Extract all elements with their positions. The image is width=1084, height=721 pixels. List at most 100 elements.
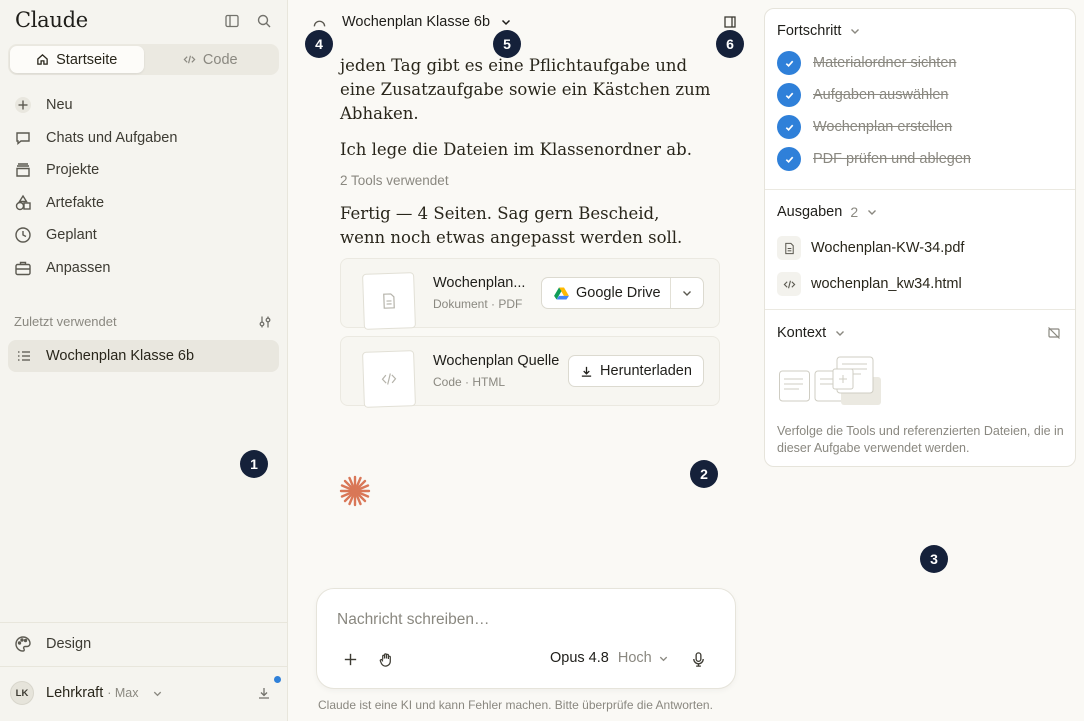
- artifact-card-pdf[interactable]: Wochenplan... Dokument · PDF Google Driv…: [340, 258, 720, 330]
- tab-startseite-label: Startseite: [56, 51, 118, 68]
- notification-dot: [274, 676, 281, 683]
- user-menu[interactable]: LK Lehrkraft · Max: [10, 680, 278, 706]
- avatar: LK: [10, 681, 34, 705]
- sidebar-item-anpassen[interactable]: Anpassen: [8, 252, 279, 285]
- shapes-icon: [15, 194, 31, 210]
- progress-header[interactable]: Fortschritt: [777, 23, 861, 39]
- code-icon: [381, 373, 397, 385]
- briefcase-icon: [15, 261, 31, 275]
- code-icon: [183, 55, 196, 64]
- sidebar-item-artefakte[interactable]: Artefakte: [8, 187, 279, 220]
- download-button[interactable]: Herunterladen: [568, 355, 704, 387]
- chevron-down-icon: [868, 210, 877, 215]
- sidebar-item-label: Projekte: [46, 162, 100, 179]
- outputs-header[interactable]: Ausgaben 2: [777, 204, 878, 220]
- assistant-message-text: Ich lege die Dateien im Klassenordner ab…: [340, 140, 692, 159]
- file-name: Wochenplan-KW-34.pdf: [811, 240, 965, 256]
- hide-context-icon[interactable]: [1047, 326, 1061, 340]
- sidebar-item-neu[interactable]: Neu: [8, 89, 279, 122]
- code-icon: [777, 272, 801, 296]
- tools-button[interactable]: [374, 647, 398, 671]
- output-file-html[interactable]: wochenplan_kw34.html: [777, 272, 962, 296]
- sidebar-item-label: Artefakte: [46, 194, 105, 211]
- check-icon: [777, 83, 801, 107]
- task-label: Materialordner sichten: [813, 55, 957, 71]
- sidebar-divider: [0, 622, 288, 623]
- add-attachment-button[interactable]: [338, 647, 362, 671]
- tools-used-toggle[interactable]: 2 Tools verwendet: [340, 173, 449, 188]
- sidebar-item-design[interactable]: Design: [8, 628, 279, 661]
- sidebar-item-label: Anpassen: [46, 259, 111, 276]
- outputs-title: Ausgaben: [777, 204, 843, 220]
- sidebar-nav: Neu Chats und Aufgaben Projekte Artefakt…: [8, 89, 279, 284]
- chat-icon: [16, 132, 30, 145]
- panel-divider: [765, 309, 1075, 310]
- output-file-pdf[interactable]: Wochenplan-KW-34.pdf: [777, 236, 964, 260]
- sidebar-toggle-icon[interactable]: [224, 13, 240, 29]
- sidebar-item-chats[interactable]: Chats und Aufgaben: [8, 122, 279, 155]
- filter-icon[interactable]: [258, 315, 272, 329]
- tab-startseite[interactable]: Startseite: [10, 46, 144, 73]
- context-title: Kontext: [777, 325, 827, 341]
- task-label: Wochenplan erstellen: [813, 119, 953, 135]
- chevron-down-icon: [659, 656, 667, 661]
- chevron-down-icon: [154, 691, 162, 696]
- tab-code[interactable]: Code: [144, 46, 278, 73]
- chat-title-menu[interactable]: Wochenplan Klasse 6b: [342, 14, 512, 30]
- folder-icon: [16, 163, 30, 177]
- progress-task: Wochenplan erstellen: [777, 115, 952, 139]
- download-app-icon[interactable]: [257, 686, 271, 700]
- download-label: Herunterladen: [600, 363, 692, 379]
- outputs-count: 2: [850, 204, 859, 220]
- google-drive-icon: [554, 286, 569, 300]
- assistant-message-text: Fertig — 4 Seiten. Sag gern Bescheid, we…: [340, 204, 683, 247]
- check-icon: [777, 51, 801, 75]
- model-name: Opus 4.8: [550, 650, 609, 666]
- user-plan: · Max: [107, 686, 139, 700]
- composer: Opus 4.8 Hoch: [316, 588, 736, 689]
- sidebar-item-label: Neu: [46, 97, 73, 114]
- context-illustration: [779, 356, 881, 405]
- artifact-title: Wochenplan Quelle: [433, 353, 560, 369]
- google-drive-dropdown[interactable]: [671, 287, 703, 299]
- voice-input-button[interactable]: [686, 647, 710, 671]
- marker-6: 6: [716, 30, 744, 58]
- artifact-card-html[interactable]: Wochenplan Quelle Code · HTML Herunterla…: [340, 336, 720, 408]
- claude-spark-icon: [339, 475, 371, 507]
- context-header[interactable]: Kontext: [777, 325, 846, 341]
- document-icon: [777, 236, 801, 260]
- message-input[interactable]: [337, 611, 717, 629]
- document-thumbnail: [362, 272, 416, 330]
- marker-3: 3: [920, 545, 948, 573]
- hand-icon: [379, 652, 391, 667]
- search-icon[interactable]: [256, 13, 272, 29]
- mode-switch: Startseite Code: [8, 44, 279, 75]
- check-icon: [777, 147, 801, 171]
- progress-task: PDF prüfen und ablegen: [777, 147, 971, 171]
- palette-icon: [15, 636, 31, 652]
- chevron-down-icon: [836, 331, 845, 336]
- microphone-icon: [692, 651, 704, 667]
- panel-toggle-icon[interactable]: [723, 15, 737, 29]
- design-section: Design: [8, 628, 279, 661]
- recent-header: Zuletzt verwendet: [14, 314, 272, 329]
- model-selector[interactable]: Opus 4.8 Hoch: [550, 650, 669, 666]
- google-drive-button[interactable]: Google Drive: [542, 278, 672, 308]
- home-icon: [37, 53, 48, 65]
- user-name: Lehrkraft: [46, 685, 104, 701]
- document-icon: [383, 293, 395, 309]
- progress-task: Materialordner sichten: [777, 51, 956, 75]
- recent-item-label: Wochenplan Klasse 6b: [46, 348, 195, 364]
- claude-logo: Claude: [15, 8, 88, 32]
- file-name: wochenplan_kw34.html: [811, 276, 962, 292]
- disclaimer: Claude ist eine KI und kann Fehler mache…: [318, 698, 713, 712]
- recent-item-wochenplan[interactable]: Wochenplan Klasse 6b: [8, 340, 279, 372]
- chevron-down-icon: [683, 291, 692, 296]
- sidebar-item-projekte[interactable]: Projekte: [8, 154, 279, 187]
- sidebar-item-geplant[interactable]: Geplant: [8, 219, 279, 252]
- marker-5: 5: [493, 30, 521, 58]
- code-thumbnail: [362, 350, 416, 408]
- download-icon: [581, 366, 592, 377]
- check-icon: [777, 115, 801, 139]
- google-drive-split-button: Google Drive: [541, 277, 704, 309]
